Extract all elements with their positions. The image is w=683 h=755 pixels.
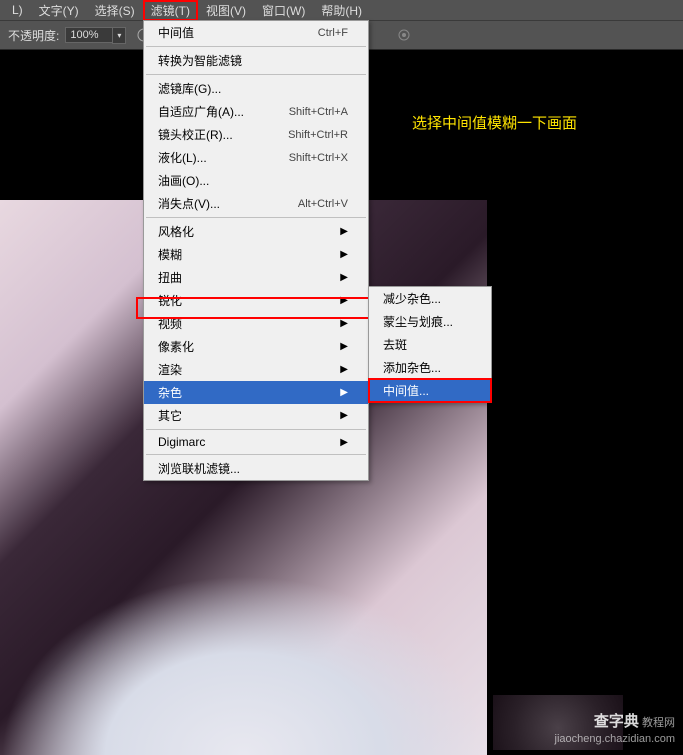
menu-item-filter-gallery[interactable]: 滤镜库(G)... (144, 77, 368, 100)
menu-separator (146, 454, 366, 455)
menu-separator (146, 217, 366, 218)
watermark-url: jiaocheng.chazidian.com (555, 733, 675, 745)
submenu-item-reduce-noise[interactable]: 减少杂色... (369, 287, 491, 310)
menu-item-vanishing-point[interactable]: 消失点(V)... Alt+Ctrl+V (144, 192, 368, 215)
menu-help[interactable]: 帮助(H) (313, 0, 370, 21)
menu-item-blur[interactable]: 模糊▶ (144, 243, 368, 266)
menubar: L) 文字(Y) 选择(S) 滤镜(T) 视图(V) 窗口(W) 帮助(H) (0, 0, 683, 20)
menu-separator (146, 429, 366, 430)
submenu-item-add-noise[interactable]: 添加杂色... (369, 356, 491, 379)
menu-item-liquify[interactable]: 液化(L)... Shift+Ctrl+X (144, 146, 368, 169)
watermark-subtitle: 教程网 (642, 717, 675, 729)
menu-item-other[interactable]: 其它▶ (144, 404, 368, 427)
menu-text[interactable]: 文字(Y) (31, 0, 87, 21)
menu-item-stylize[interactable]: 风格化▶ (144, 220, 368, 243)
submenu-item-median[interactable]: 中间值... (369, 379, 491, 402)
menu-item-sharpen[interactable]: 锐化▶ (144, 289, 368, 312)
filter-menu: 中间值 Ctrl+F 转换为智能滤镜 滤镜库(G)... 自适应广角(A)...… (143, 20, 369, 481)
menu-item-last-filter[interactable]: 中间值 Ctrl+F (144, 21, 368, 44)
annotation-text: 选择中间值模糊一下画面 (412, 112, 577, 133)
menu-item-digimarc[interactable]: Digimarc▶ (144, 432, 368, 452)
menu-window[interactable]: 窗口(W) (254, 0, 313, 21)
menu-item-noise[interactable]: 杂色▶ (144, 381, 368, 404)
opacity-dropdown-arrow[interactable]: ▾ (112, 27, 126, 44)
airbrush-icon[interactable] (394, 25, 414, 45)
opacity-input[interactable]: 100% (65, 27, 113, 43)
menu-view[interactable]: 视图(V) (198, 0, 254, 21)
submenu-item-despeckle[interactable]: 去斑 (369, 333, 491, 356)
menu-item-video[interactable]: 视频▶ (144, 312, 368, 335)
noise-submenu: 减少杂色... 蒙尘与划痕... 去斑 添加杂色... 中间值... (368, 286, 492, 403)
menu-item-pixelate[interactable]: 像素化▶ (144, 335, 368, 358)
menu-filter[interactable]: 滤镜(T) (143, 0, 198, 21)
opacity-label: 不透明度: (8, 27, 59, 44)
menu-separator (146, 46, 366, 47)
menu-item-render[interactable]: 渲染▶ (144, 358, 368, 381)
watermark: 查字典 教程网 jiaocheng.chazidian.com (555, 712, 675, 746)
menu-item-oil-paint[interactable]: 油画(O)... (144, 169, 368, 192)
menu-item-distort[interactable]: 扭曲▶ (144, 266, 368, 289)
menu-item-adaptive-wide-angle[interactable]: 自适应广角(A)... Shift+Ctrl+A (144, 100, 368, 123)
menu-select[interactable]: 选择(S) (87, 0, 143, 21)
menu-item-convert-smart[interactable]: 转换为智能滤镜 (144, 49, 368, 72)
menu-separator (146, 74, 366, 75)
watermark-title: 查字典 (594, 713, 639, 730)
menu-l[interactable]: L) (4, 1, 31, 19)
submenu-item-dust-scratches[interactable]: 蒙尘与划痕... (369, 310, 491, 333)
menu-item-browse-online[interactable]: 浏览联机滤镜... (144, 457, 368, 480)
menu-item-lens-correction[interactable]: 镜头校正(R)... Shift+Ctrl+R (144, 123, 368, 146)
